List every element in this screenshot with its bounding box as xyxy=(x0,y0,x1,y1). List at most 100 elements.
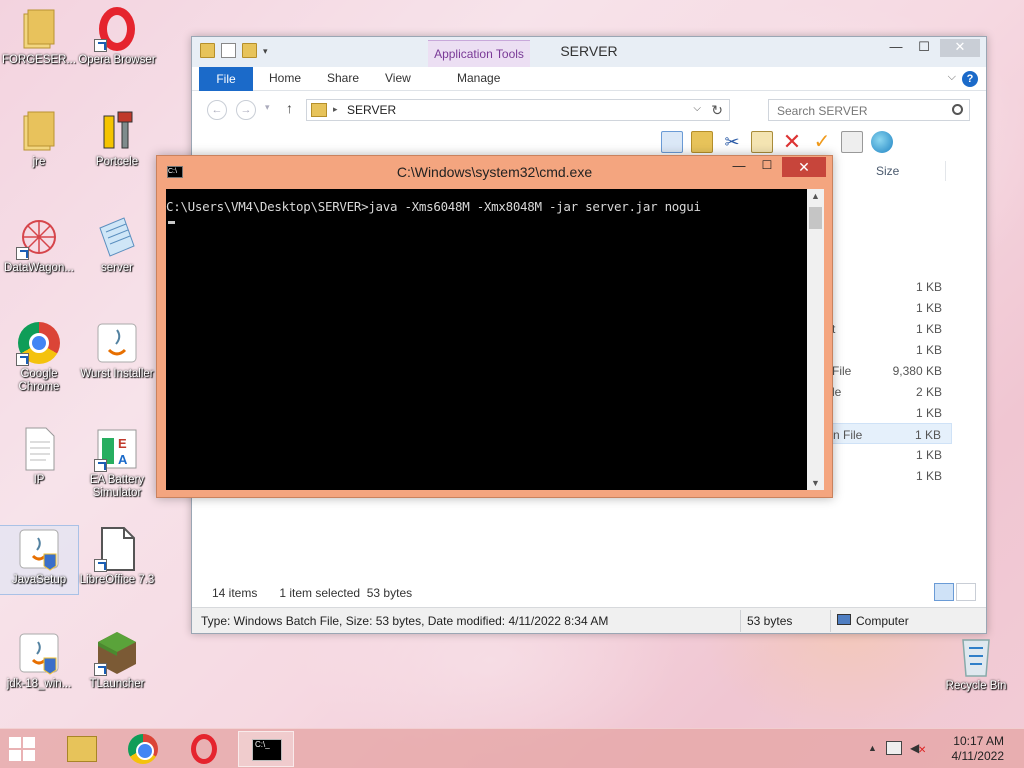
minimize-button[interactable]: — xyxy=(882,39,910,57)
tab-manage[interactable]: Manage xyxy=(457,71,500,85)
tools-icon xyxy=(94,108,140,154)
desktop-icon-ea-battery[interactable]: EA EA Battery Simulator xyxy=(78,426,156,500)
search-input[interactable]: Search SERVER xyxy=(768,99,970,121)
close-button[interactable]: ✕ xyxy=(782,157,826,177)
large-icons-view-icon[interactable] xyxy=(956,583,976,601)
desktop-icon-ip[interactable]: IP xyxy=(0,426,78,487)
globe-icon[interactable] xyxy=(871,131,893,153)
details-view-icon[interactable] xyxy=(934,583,954,601)
back-arrow-icon[interactable]: ← xyxy=(207,100,227,120)
desktop-icon-forgeserver[interactable]: FORGESER... xyxy=(0,6,78,67)
maximize-button[interactable]: ☐ xyxy=(754,158,780,176)
details-location: Computer xyxy=(856,614,909,628)
cmd-icon: C:\_ xyxy=(252,739,282,761)
chrome-icon xyxy=(128,734,158,764)
desktop-icon-javasetup[interactable]: JavaSetup xyxy=(0,525,79,595)
desktop-icon-portcele[interactable]: Portcele xyxy=(78,108,156,169)
shortcut-arrow-icon xyxy=(16,353,29,366)
vertical-scrollbar[interactable]: ▲ ▼ xyxy=(807,189,824,490)
details-text: Type: Windows Batch File, Size: 53 bytes… xyxy=(201,614,609,628)
scissors-icon[interactable]: ✂ xyxy=(721,131,743,153)
search-icon[interactable] xyxy=(952,104,963,115)
chevron-down-icon[interactable]: ▾ xyxy=(265,102,270,113)
scroll-thumb[interactable] xyxy=(809,207,822,229)
windows-logo-icon xyxy=(23,737,35,748)
desktop-icon-server[interactable]: server xyxy=(78,214,156,275)
folder-icon xyxy=(311,103,327,117)
explorer-command-toolbar: ✂ ✕ ✓ xyxy=(661,128,893,156)
taskbar-chrome[interactable] xyxy=(115,731,171,767)
desktop-icon-datawagon[interactable]: DataWagon... xyxy=(0,214,78,275)
table-row-selected[interactable]: n File 1 KB xyxy=(832,423,952,444)
refresh-icon[interactable]: ↻ xyxy=(711,102,723,119)
tab-share[interactable]: Share xyxy=(327,71,359,85)
taskbar-opera[interactable] xyxy=(176,731,232,767)
forward-arrow-icon[interactable]: → xyxy=(236,100,256,120)
desktop-icon-opera[interactable]: Opera Browser xyxy=(78,6,156,67)
tab-file[interactable]: File xyxy=(199,67,253,91)
details-size: 53 bytes xyxy=(747,614,793,628)
close-button[interactable]: ✕ xyxy=(940,39,980,57)
desktop-icon-jre[interactable]: jre xyxy=(0,108,78,169)
shortcut-arrow-icon xyxy=(94,663,107,676)
explorer-titlebar[interactable]: ▾ Application Tools SERVER — ☐ ✕ xyxy=(192,37,986,67)
desktop-icon-tlauncher[interactable]: TLauncher xyxy=(78,630,156,691)
divider xyxy=(740,610,741,632)
tab-home[interactable]: Home xyxy=(269,71,301,85)
desktop-icon-wurst-installer[interactable]: Wurst Installer xyxy=(78,320,156,381)
file-list: 1 KB 1 KB t1 KB 1 KB File 9,380 KB le 2 KB… xyxy=(832,276,952,486)
table-row[interactable]: File 9,380 KB xyxy=(832,360,952,381)
tab-view[interactable]: View xyxy=(385,71,411,85)
opera-icon xyxy=(191,734,217,764)
console-output[interactable]: C:\Users\VM4\Desktop\SERVER>java -Xms604… xyxy=(166,189,808,490)
windows-logo-icon xyxy=(9,737,21,748)
minimize-button[interactable]: — xyxy=(726,158,752,176)
clipboard-icon[interactable] xyxy=(751,131,773,153)
chevron-down-icon[interactable]: ⌵ xyxy=(948,71,956,84)
chevron-down-icon[interactable]: ⌵ xyxy=(693,103,701,114)
network-icon[interactable] xyxy=(886,741,902,755)
libreoffice-icon xyxy=(94,526,140,572)
rename-icon[interactable] xyxy=(841,131,863,153)
desktop-icon-jdk[interactable]: jdk-18_win... xyxy=(0,630,78,691)
desktop-icon-recycle-bin[interactable]: Recycle Bin xyxy=(937,632,1015,693)
desktop-icon-libreoffice[interactable]: LibreOffice 7.3 xyxy=(78,526,156,587)
clock[interactable]: 10:17 AM 4/11/2022 xyxy=(952,734,1005,764)
table-row[interactable]: 1 KB xyxy=(832,444,952,465)
search-placeholder: Search SERVER xyxy=(777,104,868,118)
cmd-window[interactable]: C:\ C:\Windows\system32\cmd.exe — ☐ ✕ C:… xyxy=(156,155,833,498)
folder-check-icon[interactable] xyxy=(691,131,713,153)
chevron-down-icon[interactable]: ▼ xyxy=(807,478,824,488)
shortcut-arrow-icon xyxy=(94,459,107,472)
table-row[interactable]: 1 KB xyxy=(832,297,952,318)
taskbar-file-explorer[interactable] xyxy=(54,731,110,767)
chevron-up-icon[interactable]: ▲ xyxy=(807,191,824,201)
table-row[interactable]: t1 KB xyxy=(832,318,952,339)
table-row[interactable]: 1 KB xyxy=(832,402,952,423)
checkmark-icon[interactable]: ✓ xyxy=(811,131,833,153)
chevron-up-icon[interactable]: ▲ xyxy=(868,743,877,753)
address-bar[interactable]: ▸ SERVER ⌵ ↻ xyxy=(306,99,730,121)
folder-icon xyxy=(16,108,62,154)
table-row[interactable]: 1 KB xyxy=(832,276,952,297)
table-row[interactable]: le 2 KB xyxy=(832,381,952,402)
up-arrow-icon[interactable]: ↑ xyxy=(286,100,293,116)
details-bar: Type: Windows Batch File, Size: 53 bytes… xyxy=(192,607,986,633)
address-path[interactable]: SERVER xyxy=(347,103,396,117)
table-row[interactable]: 1 KB xyxy=(832,465,952,486)
maximize-button[interactable]: ☐ xyxy=(910,39,938,57)
taskbar-cmd[interactable]: C:\_ xyxy=(238,731,294,767)
taskbar: C:\_ ▲ ◀ ✕ 10:17 AM 4/11/2022 xyxy=(0,728,1024,768)
datawagon-icon xyxy=(16,214,62,260)
help-icon[interactable]: ? xyxy=(962,71,978,87)
table-row[interactable]: 1 KB xyxy=(832,339,952,360)
chevron-right-icon[interactable]: ▸ xyxy=(333,104,338,115)
address-row: ← → ▾ ↑ ▸ SERVER ⌵ ↻ Search SERVER xyxy=(192,91,986,127)
start-button[interactable] xyxy=(9,737,37,761)
delete-x-icon[interactable]: ✕ xyxy=(781,131,803,153)
layout-pane-icon[interactable] xyxy=(661,131,683,153)
column-header-size[interactable]: Size xyxy=(876,164,899,178)
desktop-icon-google-chrome[interactable]: Google Chrome xyxy=(0,320,78,394)
column-divider[interactable] xyxy=(945,161,946,181)
windows-logo-icon xyxy=(9,750,21,761)
